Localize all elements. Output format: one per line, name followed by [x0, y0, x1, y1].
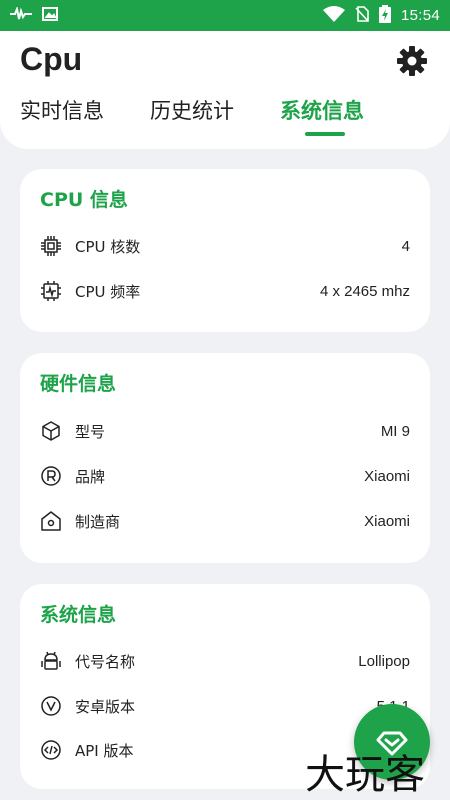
cpu-chip-icon — [40, 235, 62, 257]
info-row: 型号 MI 9 — [40, 416, 410, 446]
activity-icon — [10, 5, 32, 25]
no-sim-icon — [355, 5, 369, 26]
row-label: 型号 — [75, 422, 106, 441]
version-icon — [40, 695, 62, 717]
cube-icon — [40, 420, 62, 442]
card-title: CPU 信息 — [40, 189, 128, 211]
tab-realtime[interactable]: 实时信息 — [20, 95, 104, 125]
settings-button[interactable] — [396, 45, 428, 77]
cpu-info-card: CPU 信息 CPU 核数 4 CPU 频率 4 x 2465 mhz — [20, 169, 430, 332]
row-label: API 版本 — [75, 741, 134, 760]
watermark-text: 大玩客 — [305, 752, 425, 798]
info-row: 制造商 Xiaomi — [40, 506, 410, 536]
info-row: 品牌 Xiaomi — [40, 461, 410, 491]
card-title: 硬件信息 — [40, 373, 117, 395]
app-header: Cpu 实时信息 历史统计 系统信息 — [0, 31, 450, 149]
home-icon — [40, 510, 62, 532]
android-icon — [40, 650, 62, 672]
row-label: 安卓版本 — [75, 697, 136, 716]
row-value: 4 x 2465 mhz — [319, 282, 410, 300]
info-row: 安卓版本 5.1.1 — [40, 691, 410, 721]
row-label: 代号名称 — [75, 652, 136, 671]
status-time: 15:54 — [400, 7, 440, 24]
row-value: Xiaomi — [364, 467, 410, 485]
row-label: CPU 频率 — [75, 282, 141, 301]
row-value: Lollipop — [358, 652, 410, 670]
battery-charging-icon — [378, 4, 391, 27]
info-row: CPU 核数 4 — [40, 231, 410, 261]
row-value: 4 — [401, 237, 410, 255]
gear-icon — [397, 46, 427, 76]
card-title: 系统信息 — [40, 604, 117, 626]
row-value: Xiaomi — [364, 512, 410, 530]
code-icon — [40, 739, 62, 761]
info-row: CPU 频率 4 x 2465 mhz — [40, 276, 410, 306]
row-value: MI 9 — [380, 422, 410, 440]
tab-bar: 实时信息 历史统计 系统信息 — [0, 95, 450, 135]
tab-system-info[interactable]: 系统信息 — [280, 95, 364, 125]
info-row: 代号名称 Lollipop — [40, 646, 410, 676]
row-label: 品牌 — [75, 467, 106, 486]
hardware-info-card: 硬件信息 型号 MI 9 品牌 Xiaomi 制造商 Xiaomi — [20, 353, 430, 563]
page-title: Cpu — [20, 41, 83, 77]
registered-icon — [40, 465, 62, 487]
image-icon — [42, 6, 58, 25]
cpu-frequency-icon — [40, 280, 62, 302]
tab-indicator — [305, 132, 345, 136]
status-bar: 15:54 — [0, 0, 450, 31]
row-label: 制造商 — [75, 512, 121, 531]
tab-history[interactable]: 历史统计 — [150, 95, 234, 125]
wifi-icon — [322, 5, 345, 26]
row-label: CPU 核数 — [75, 237, 141, 256]
